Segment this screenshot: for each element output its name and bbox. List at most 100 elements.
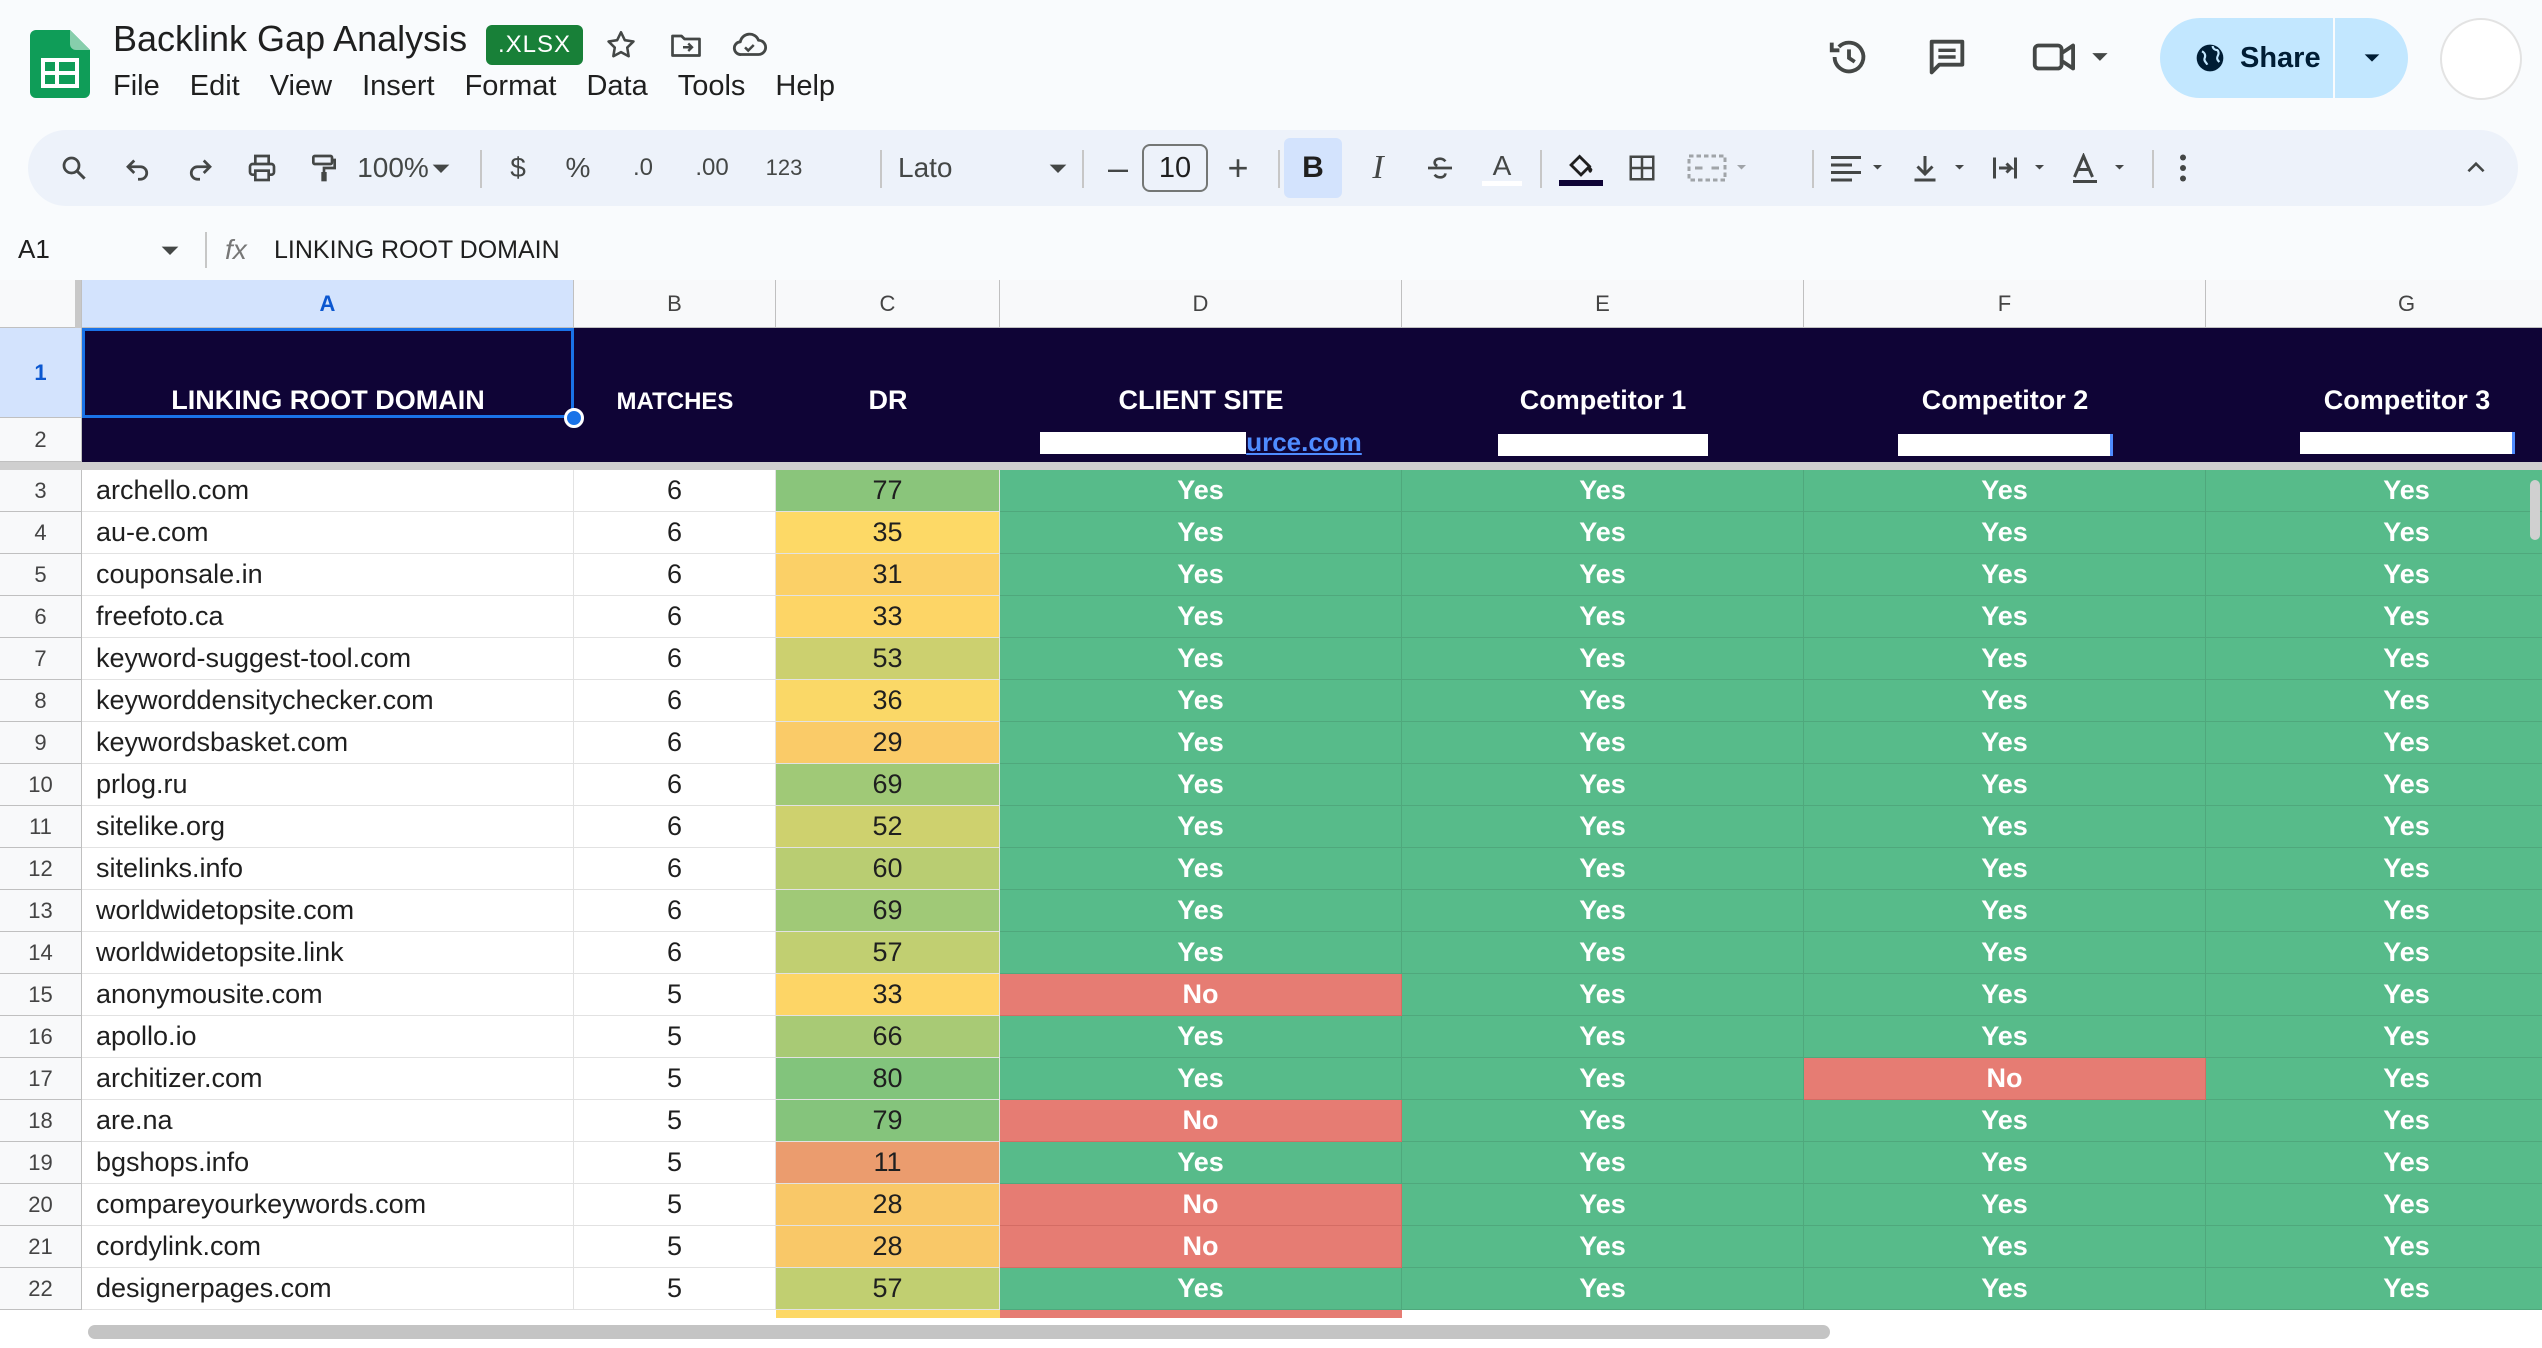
competitor-3-cell[interactable]: Yes (2206, 722, 2542, 764)
client-site-cell[interactable]: Yes (1000, 1058, 1402, 1100)
competitor-2-cell[interactable]: Yes (1804, 680, 2206, 722)
menu-data[interactable]: Data (586, 70, 663, 103)
competitor-3-cell[interactable]: Yes (2206, 596, 2542, 638)
row-header[interactable]: 3 (0, 470, 82, 512)
domain-cell[interactable]: keyworddensitychecker.com (82, 680, 574, 722)
matches-cell[interactable]: 6 (574, 470, 776, 512)
domain-cell[interactable]: compareyourkeywords.com (82, 1184, 574, 1226)
comments-icon[interactable] (1920, 30, 1974, 84)
matches-cell[interactable]: 5 (574, 1184, 776, 1226)
competitor-2-cell[interactable]: Yes (1804, 512, 2206, 554)
matches-cell[interactable]: 6 (574, 512, 776, 554)
share-dropdown[interactable] (2335, 47, 2408, 69)
dr-cell[interactable]: 57 (776, 932, 1000, 974)
matches-cell[interactable]: 5 (574, 1016, 776, 1058)
competitor-1-url-cell[interactable] (1402, 418, 1804, 462)
menu-tools[interactable]: Tools (678, 70, 762, 103)
competitor-1-cell[interactable]: Yes (1402, 1058, 1804, 1100)
domain-cell[interactable]: anonymousite.com (82, 974, 574, 1016)
competitor-2-cell[interactable]: Yes (1804, 764, 2206, 806)
vertical-align-icon[interactable] (1910, 144, 1976, 192)
header-dr[interactable]: DR (776, 328, 1000, 418)
borders-icon[interactable] (1620, 144, 1664, 192)
dr-cell[interactable]: 29 (776, 722, 1000, 764)
client-site-cell[interactable]: No (1000, 974, 1402, 1016)
chevron-down-icon[interactable] (160, 240, 180, 265)
domain-cell[interactable]: archello.com (82, 470, 574, 512)
competitor-1-cell[interactable]: Yes (1402, 1226, 1804, 1268)
header-competitor-3[interactable]: Competitor 3 (2206, 328, 2542, 418)
row-header[interactable]: 7 (0, 638, 82, 680)
domain-cell[interactable]: worldwidetopsite.link (82, 932, 574, 974)
domain-cell[interactable]: sitelike.org (82, 806, 574, 848)
dr-cell[interactable]: 52 (776, 806, 1000, 848)
row-header[interactable]: 5 (0, 554, 82, 596)
document-title[interactable]: Backlink Gap Analysis (113, 18, 467, 60)
dr-cell[interactable]: 28 (776, 1226, 1000, 1268)
client-site-cell[interactable]: Yes (1000, 764, 1402, 806)
competitor-3-cell[interactable]: Yes (2206, 1100, 2542, 1142)
competitor-1-cell[interactable]: Yes (1402, 932, 1804, 974)
search-menus-icon[interactable] (54, 144, 94, 192)
text-wrapping-icon[interactable] (1990, 144, 2056, 192)
competitor-2-cell[interactable]: Yes (1804, 1142, 2206, 1184)
competitor-3-cell[interactable]: Yes (2206, 470, 2542, 512)
horizontal-scrollbar[interactable] (88, 1325, 1830, 1339)
domain-cell[interactable]: cordylink.com (82, 1226, 574, 1268)
matches-cell[interactable]: 6 (574, 680, 776, 722)
merge-cells-icon[interactable] (1684, 144, 1754, 192)
select-all-corner[interactable] (0, 280, 82, 328)
competitor-1-cell[interactable]: Yes (1402, 848, 1804, 890)
frozen-rows-divider[interactable] (0, 462, 2542, 470)
competitor-2-cell[interactable]: Yes (1804, 806, 2206, 848)
font-size-input[interactable]: 10 (1142, 144, 1208, 192)
matches-cell[interactable]: 5 (574, 1142, 776, 1184)
competitor-3-url-cell[interactable] (2206, 418, 2542, 462)
number-format-button[interactable]: 123 (756, 144, 812, 192)
competitor-1-cell[interactable]: Yes (1402, 1142, 1804, 1184)
chevron-down-icon[interactable] (426, 144, 456, 192)
dr-cell[interactable]: 77 (776, 470, 1000, 512)
matches-cell[interactable]: 6 (574, 848, 776, 890)
row-header[interactable]: 19 (0, 1142, 82, 1184)
dr-cell[interactable]: 53 (776, 638, 1000, 680)
undo-icon[interactable] (118, 144, 158, 192)
competitor-2-cell[interactable]: Yes (1804, 1226, 2206, 1268)
star-icon[interactable] (600, 24, 642, 66)
menu-insert[interactable]: Insert (362, 70, 451, 103)
redo-icon[interactable] (180, 144, 220, 192)
text-color-button[interactable]: A (1480, 144, 1524, 192)
column-header-g[interactable]: G (2206, 280, 2542, 328)
domain-cell[interactable]: sitelinks.info (82, 848, 574, 890)
increase-font-size-button[interactable]: + (1218, 144, 1258, 192)
domain-cell[interactable]: au-e.com (82, 512, 574, 554)
row-header[interactable]: 9 (0, 722, 82, 764)
competitor-3-cell[interactable]: Yes (2206, 638, 2542, 680)
matches-cell[interactable]: 6 (574, 764, 776, 806)
matches-cell[interactable]: 5 (574, 974, 776, 1016)
client-site-cell[interactable]: Yes (1000, 890, 1402, 932)
dr-cell[interactable]: 69 (776, 764, 1000, 806)
print-icon[interactable] (242, 144, 282, 192)
menu-format[interactable]: Format (465, 70, 573, 103)
dr-cell[interactable]: 31 (776, 554, 1000, 596)
client-site-cell[interactable]: Yes (1000, 596, 1402, 638)
competitor-3-cell[interactable]: Yes (2206, 1016, 2542, 1058)
decrease-font-size-button[interactable]: – (1098, 144, 1138, 192)
row-header[interactable]: 21 (0, 1226, 82, 1268)
more-options-icon[interactable] (2168, 144, 2198, 192)
competitor-2-cell[interactable]: Yes (1804, 1016, 2206, 1058)
header-competitor-1[interactable]: Competitor 1 (1402, 328, 1804, 418)
menu-edit[interactable]: Edit (190, 70, 256, 103)
competitor-2-cell[interactable]: Yes (1804, 1100, 2206, 1142)
dr-cell[interactable]: 28 (776, 1184, 1000, 1226)
name-box[interactable]: A1 (18, 234, 50, 265)
vertical-scrollbar[interactable] (2530, 480, 2540, 540)
avatar[interactable] (2440, 18, 2522, 100)
meet-call-icon[interactable] (2030, 30, 2120, 84)
matches-cell[interactable]: 6 (574, 638, 776, 680)
competitor-2-url-cell[interactable] (1804, 418, 2206, 462)
competitor-1-cell[interactable]: Yes (1402, 638, 1804, 680)
matches-cell[interactable]: 6 (574, 932, 776, 974)
row-header[interactable]: 8 (0, 680, 82, 722)
